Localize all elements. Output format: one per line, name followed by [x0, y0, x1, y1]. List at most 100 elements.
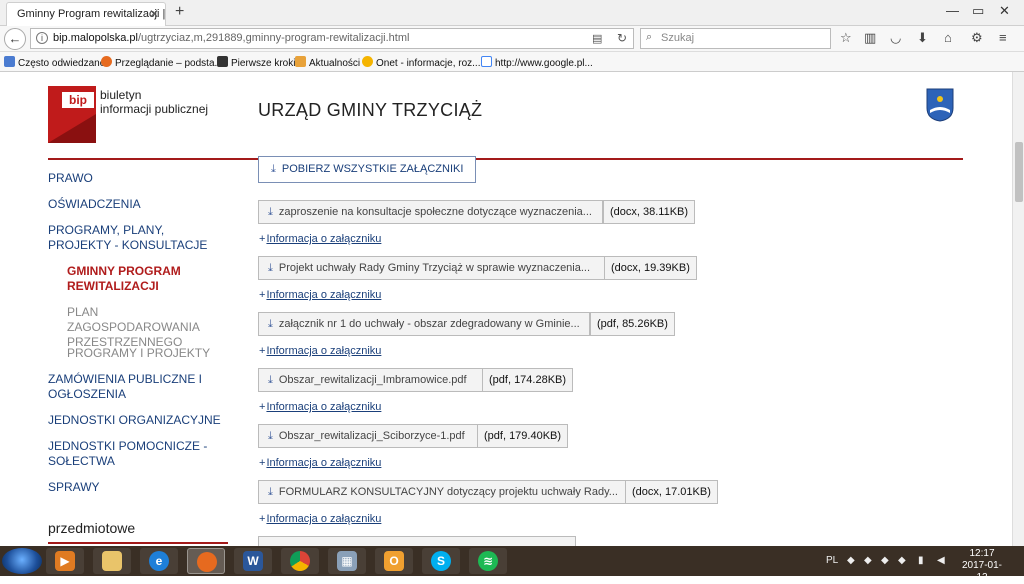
taskbar-word[interactable]: W — [234, 548, 272, 574]
sidebar-item-jednostki-organizacyjne[interactable]: JEDNOSTKI ORGANIZACYJNE — [48, 413, 228, 428]
rss-icon — [295, 56, 306, 67]
home-icon[interactable]: ⌂ — [944, 30, 952, 45]
firefox-icon — [197, 552, 217, 572]
page-content: bip biuletyn informacji publicznej URZĄD… — [0, 72, 1012, 546]
sidebar-item-prawo[interactable]: PRAWO — [48, 171, 228, 186]
reload-icon[interactable]: ↻ — [617, 31, 627, 45]
bookmark-item[interactable]: Onet - informacje, roz... — [362, 56, 480, 69]
attachment-link-partial[interactable] — [258, 536, 576, 546]
download-icon: ⤓ — [268, 430, 273, 442]
taskbar-media-player[interactable]: ▶ — [46, 548, 84, 574]
folder-icon — [4, 56, 15, 67]
browser-tab[interactable]: Gminny Program rewitalizacji | ... ✕ — [6, 2, 166, 26]
bookmark-item[interactable]: Często odwiedzane — [4, 56, 105, 69]
attachment-info-link[interactable]: +Informacja o załączniku — [259, 289, 381, 301]
bookmarks-toolbar: Często odwiedzane Przeglądanie – podsta.… — [0, 52, 1024, 72]
maximize-icon[interactable]: ▭ — [972, 3, 984, 19]
download-icon[interactable]: ⬇ — [917, 30, 928, 46]
attachment-link[interactable]: ⤓ Projekt uchwały Rady Gminy Trzyciąż w s… — [258, 256, 605, 280]
bookmark-item[interactable]: Pierwsze kroki — [217, 56, 295, 69]
addon-icon[interactable]: ⚙ — [971, 30, 983, 46]
new-tab-button[interactable]: + — [175, 3, 184, 21]
sidebar-item-programy-projekty[interactable]: PROGRAMY I PROJEKTY — [67, 346, 247, 361]
search-input[interactable]: Szukaj — [640, 28, 831, 49]
volume-icon[interactable]: ◀ — [937, 555, 945, 566]
folder-icon — [102, 551, 122, 571]
attachment-link[interactable]: ⤓ Obszar_rewitalizacji_Imbramowice.pdf — [258, 368, 483, 392]
taskbar-skype[interactable]: S — [422, 548, 460, 574]
start-button[interactable] — [2, 548, 42, 574]
sidebar-item-oswiadczenia[interactable]: OŚWIADCZENIA — [48, 197, 228, 212]
url-host: bip.malopolska.pl — [53, 32, 138, 44]
download-icon: ⤓ — [268, 374, 273, 386]
bookmark-star-icon[interactable]: ☆ — [840, 30, 852, 46]
tray-icon[interactable]: ◆ — [898, 555, 906, 566]
download-all-button[interactable]: ⤓ POBIERZ WSZYSTKIE ZAŁĄCZNIKI — [258, 156, 476, 183]
attachment-info-link[interactable]: +Informacja o załączniku — [259, 457, 381, 469]
bookmark-item[interactable]: Przeglądanie – podsta... — [101, 56, 223, 69]
pocket-icon[interactable]: ◡ — [890, 30, 901, 46]
taskbar-firefox[interactable] — [187, 548, 225, 574]
attachment-info-link[interactable]: +Informacja o załączniku — [259, 513, 381, 525]
bip-logo-badge: bip — [69, 93, 87, 107]
attachment-info-link[interactable]: +Informacja o załączniku — [259, 401, 381, 413]
sidebar-item-zamowienia[interactable]: ZAMÓWIENIA PUBLICZNE I OGŁOSZENIA — [48, 372, 218, 402]
taskbar-calculator[interactable]: ▦ — [328, 548, 366, 574]
scroll-thumb[interactable] — [1015, 142, 1023, 202]
url-path: /ugtrzyciaz,m,291889,gminny-program-rewi… — [138, 32, 410, 44]
sidebar-heading: przedmiotowe — [48, 520, 136, 536]
page-title: URZĄD GMINY TRZYCIĄŻ — [258, 100, 483, 120]
library-icon[interactable]: ▥ — [864, 30, 876, 46]
attachment-link[interactable]: ⤓ załącznik nr 1 do uchwały - obszar zdeg… — [258, 312, 590, 336]
download-icon: ⤓ — [268, 262, 273, 274]
reader-view-icon[interactable]: ▤ — [592, 32, 602, 45]
taskbar-chrome[interactable] — [281, 548, 319, 574]
taskbar-outlook[interactable]: O — [375, 548, 413, 574]
sidebar-heading-rule — [48, 542, 228, 544]
language-indicator[interactable]: PL — [826, 555, 838, 566]
sidebar-item-plan-zagospodarowania[interactable]: PLAN ZAGOSPODAROWANIA PRZESTRZENNEGO — [67, 305, 227, 350]
url-bar[interactable]: bip.malopolska.pl/ugtrzyciaz,m,291889,gm… — [30, 28, 634, 49]
onet-icon — [362, 56, 373, 67]
taskbar-explorer[interactable] — [93, 548, 131, 574]
network-icon[interactable]: ▮ — [918, 555, 924, 566]
google-icon — [481, 56, 492, 67]
tray-icon[interactable]: ◆ — [864, 555, 872, 566]
bookmark-item[interactable]: Aktualności — [295, 56, 360, 69]
bip-logo-text: biuletyn informacji publicznej — [100, 88, 209, 116]
outlook-icon: O — [384, 551, 404, 571]
taskbar-ie[interactable]: e — [140, 548, 178, 574]
attachment-info-link[interactable]: +Informacja o załączniku — [259, 233, 381, 245]
back-arrow-icon[interactable]: ← — [4, 28, 26, 50]
page-scrollbar[interactable] — [1012, 72, 1024, 546]
sidebar-item-gminny-program[interactable]: GMINNY PROGRAM REWITALIZACJI — [67, 264, 207, 294]
attachment-meta: (docx, 38.11KB) — [603, 200, 696, 224]
tray-icon[interactable]: ◆ — [847, 555, 855, 566]
sidebar-item-programy[interactable]: PROGRAMY, PLANY, PROJEKTY - KONSULTACJE — [48, 223, 228, 253]
sidebar-item-sprawy[interactable]: SPRAWY — [48, 480, 228, 495]
minimize-icon[interactable]: ― — [946, 3, 959, 18]
menu-icon[interactable]: ≡ — [999, 30, 1007, 45]
close-tab-icon[interactable]: ✕ — [149, 7, 159, 21]
sidebar-item-jednostki-pomocnicze[interactable]: JEDNOSTKI POMOCNICZE - SOŁECTWA — [48, 439, 218, 469]
bip-logo[interactable]: bip — [48, 86, 96, 143]
taskbar-clock[interactable]: 12:17 2017-01-12 — [957, 548, 1007, 584]
attachment-meta: (pdf, 179.40KB) — [477, 424, 569, 448]
attachment-link[interactable]: ⤓ Obszar_rewitalizacji_Sciborzyce-1.pdf — [258, 424, 478, 448]
attachment-link[interactable]: ⤓ zaproszenie na konsultacje społeczne do… — [258, 200, 603, 224]
bookmark-item[interactable]: http://www.google.pl... — [481, 56, 593, 69]
header-divider — [48, 158, 963, 160]
attachment-meta: (docx, 19.39KB) — [604, 256, 697, 280]
page-icon — [217, 56, 228, 67]
close-window-icon[interactable]: ✕ — [999, 3, 1010, 19]
tab-title: Gminny Program rewitalizacji | ... — [17, 8, 166, 20]
site-info-icon[interactable]: i — [36, 32, 48, 44]
attachment-link[interactable]: ⤓ FORMULARZ KONSULTACYJNY dotyczący proje… — [258, 480, 626, 504]
taskbar-spotify[interactable]: ≋ — [469, 548, 507, 574]
attachment-info-link[interactable]: +Informacja o załączniku — [259, 345, 381, 357]
download-icon: ⤓ — [268, 318, 273, 330]
windows-taskbar: ▶ e W ▦ O S ≋ PL ◆ ◆ ◆ ◆ ▮ ◀ 12:17 2017-… — [0, 546, 1024, 583]
browser-tab-bar: Gminny Program rewitalizacji | ... ✕ + ―… — [0, 0, 1024, 26]
internet-explorer-icon: e — [149, 551, 169, 571]
tray-icon[interactable]: ◆ — [881, 555, 889, 566]
